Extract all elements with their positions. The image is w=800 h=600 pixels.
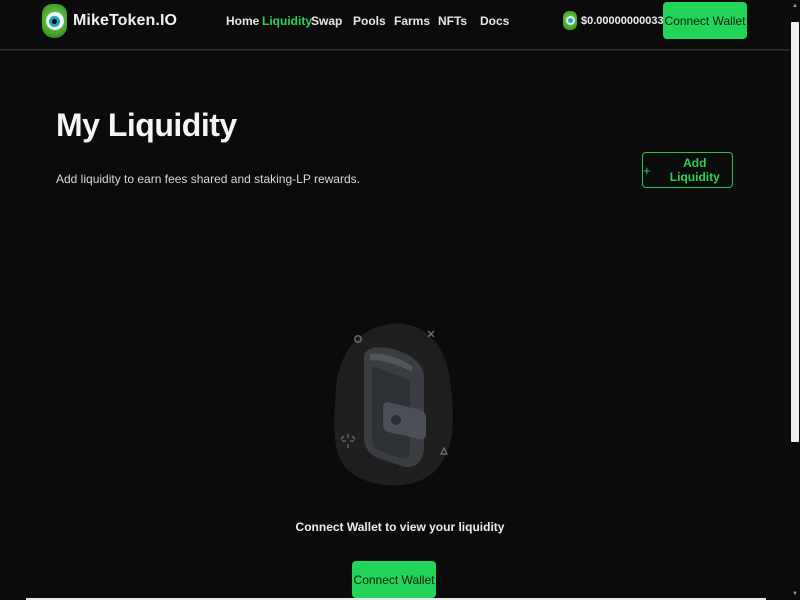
empty-state-message: Connect Wallet to view your liquidity xyxy=(295,520,505,534)
add-liquidity-label: Add Liquidity xyxy=(669,156,720,184)
nav-swap[interactable]: Swap xyxy=(311,14,342,28)
scroll-down-arrow-icon[interactable]: ▼ xyxy=(791,590,799,598)
nav-pools[interactable]: Pools xyxy=(353,14,386,28)
page-subtitle: Add liquidity to earn fees shared and st… xyxy=(56,172,360,186)
nav-nfts[interactable]: NFTs xyxy=(438,14,467,28)
logo-text: MikeToken.IO xyxy=(73,12,178,29)
token-icon xyxy=(563,11,577,30)
wallet-illustration xyxy=(328,320,458,490)
page-title: My Liquidity xyxy=(56,107,237,143)
token-price-value: $0.000000000335 xyxy=(581,14,670,27)
wallet-icon xyxy=(334,323,454,486)
scrollbar-thumb[interactable] xyxy=(791,22,799,442)
mike-logo-icon xyxy=(42,4,67,38)
vertical-scrollbar[interactable]: ▲ ▼ xyxy=(790,0,800,600)
token-price: $0.000000000335 xyxy=(563,11,670,30)
nav-liquidity[interactable]: Liquidity xyxy=(262,14,312,28)
nav-farms[interactable]: Farms xyxy=(394,14,430,28)
connect-wallet-button[interactable]: Connect Wallet xyxy=(352,561,436,598)
scroll-up-arrow-icon[interactable]: ▲ xyxy=(791,2,799,10)
plus-icon: + xyxy=(643,162,651,178)
nav-docs[interactable]: Docs xyxy=(480,14,509,28)
top-navbar: MikeToken.IO Home Liquidity Swap Pools F… xyxy=(0,0,800,51)
logo[interactable]: MikeToken.IO xyxy=(42,4,177,38)
nav-home[interactable]: Home xyxy=(226,14,259,28)
add-liquidity-button[interactable]: + Add Liquidity xyxy=(642,152,733,188)
header-connect-wallet-button[interactable]: Connect Wallet xyxy=(663,2,747,39)
